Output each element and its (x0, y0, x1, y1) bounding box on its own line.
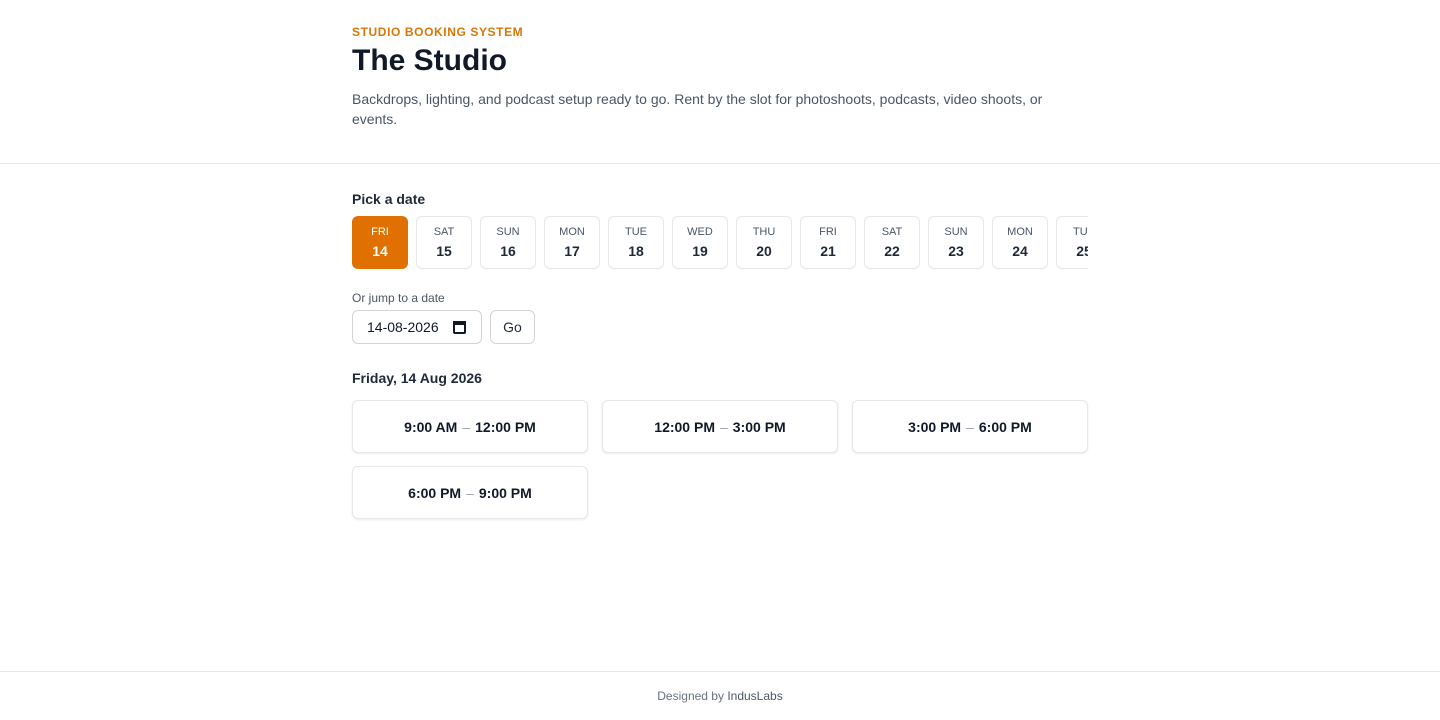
date-chip-weekday: WED (687, 225, 713, 238)
date-chip-weekday: FRI (819, 225, 837, 238)
slot-separator: – (719, 418, 728, 435)
date-chip-weekday: MON (559, 225, 585, 238)
slot-separator: – (466, 484, 474, 501)
time-slot-button[interactable]: 9:00 AM –12:00 PM (352, 400, 588, 453)
date-chip-day: 21 (820, 242, 836, 259)
date-chip-day: 18 (628, 242, 644, 259)
date-chip-weekday: SAT (433, 225, 455, 238)
date-chip-weekday: THU (752, 225, 776, 238)
date-chip-day: 15 (436, 242, 452, 259)
date-chip-weekday: MON (1007, 225, 1033, 238)
selected-date-heading: Friday, 14 Aug 2026 (352, 370, 482, 386)
date-chip-weekday: TUE (625, 225, 647, 238)
date-chip-day: 24 (1012, 242, 1028, 259)
date-chip[interactable]: SAT 22 (864, 216, 920, 269)
page-title: The Studio (352, 44, 507, 77)
time-slot-button[interactable]: 12:00 PM –3:00 PM (602, 400, 838, 453)
slot-start-time: 6:00 PM (408, 484, 462, 501)
time-slot-grid: 9:00 AM –12:00 PM 12:00 PM –3:00 PM 3:00 PM –… (352, 400, 1088, 519)
pick-date-label: Pick a date (352, 191, 426, 207)
date-chip[interactable]: SUN 23 (928, 216, 984, 269)
date-chip[interactable]: SUN 16 (480, 216, 536, 269)
date-chip[interactable]: THU 20 (736, 216, 792, 269)
time-slot-button[interactable]: 3:00 PM –6:00 PM (852, 400, 1088, 453)
slot-end-time: 12:00 PM (475, 418, 536, 435)
date-input-value: 14-08-2026 (367, 319, 439, 335)
date-chip-weekday: TUE (1073, 225, 1088, 238)
date-chip[interactable]: MON 24 (992, 216, 1048, 269)
date-chip-day: 25 (1076, 242, 1088, 259)
slot-end-time: 9:00 PM (478, 484, 532, 501)
date-chip-day: 19 (692, 242, 708, 259)
date-chip-day: 20 (756, 242, 772, 259)
date-chip-weekday: FRI (371, 225, 389, 238)
date-chip[interactable]: TUE 25 (1056, 216, 1088, 269)
date-chip[interactable]: TUE 18 (608, 216, 664, 269)
date-chip[interactable]: MON 17 (544, 216, 600, 269)
slot-start-time: 12:00 PM (654, 418, 715, 435)
date-chip[interactable]: FRI 21 (800, 216, 856, 269)
page-footer: Designed by IndusLabs (0, 671, 1440, 720)
footer-prefix: Designed by (657, 689, 724, 703)
jump-date-label: Or jump to a date (352, 291, 445, 305)
slot-end-time: 3:00 PM (732, 418, 786, 435)
date-input[interactable]: 14-08-2026 (352, 310, 482, 344)
slot-separator: – (966, 418, 974, 435)
date-chip-day: 17 (564, 242, 580, 259)
date-chip[interactable]: WED 19 (672, 216, 728, 269)
date-chip-day: 16 (500, 242, 516, 259)
page-header: STUDIO BOOKING SYSTEM The Studio Backdro… (0, 0, 1440, 164)
eyebrow-label: STUDIO BOOKING SYSTEM (352, 25, 524, 39)
slot-separator: – (462, 418, 471, 435)
date-chip-weekday: SAT (881, 225, 903, 238)
calendar-icon[interactable] (453, 321, 466, 334)
date-chip-weekday: SUN (944, 225, 968, 238)
date-chip-day: 22 (884, 242, 900, 259)
go-button[interactable]: Go (490, 310, 535, 344)
time-slot-button[interactable]: 6:00 PM –9:00 PM (352, 466, 588, 519)
slot-start-time: 3:00 PM (908, 418, 962, 435)
footer-brand: IndusLabs (727, 689, 783, 703)
date-chip-day: 14 (372, 242, 388, 259)
date-chip[interactable]: FRI 14 (352, 216, 408, 269)
slot-start-time: 9:00 AM (404, 418, 458, 435)
date-chip[interactable]: SAT 15 (416, 216, 472, 269)
slot-end-time: 6:00 PM (978, 418, 1032, 435)
date-chip-day: 23 (948, 242, 964, 259)
date-chip-weekday: SUN (496, 225, 520, 238)
page-description: Backdrops, lighting, and podcast setup r… (352, 91, 1043, 127)
date-strip[interactable]: FRI 14 SAT 15 SUN 16 MON 17 TUE 18 WED 19 THU 20 FRI 21… (352, 216, 1088, 270)
